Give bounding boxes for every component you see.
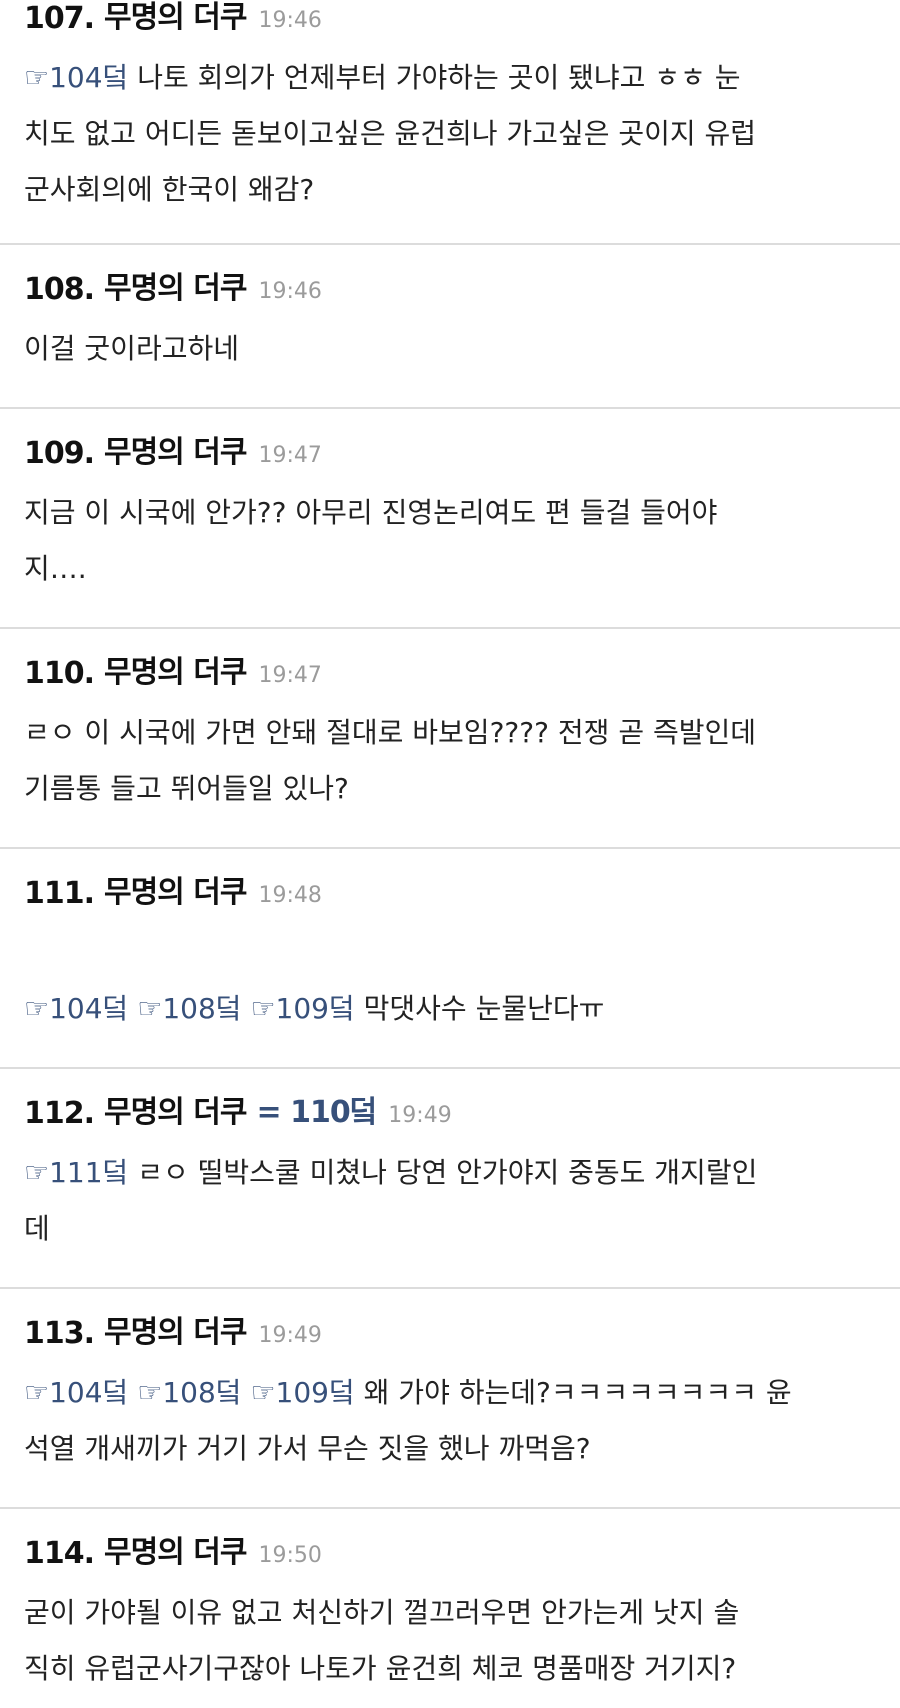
reply-anchor-link[interactable]: ☞109덬: [250, 1376, 354, 1409]
comment-header: 110. 무명의 더쿠 19:47: [24, 655, 876, 691]
reply-anchor-link[interactable]: ☞108덬: [137, 1376, 241, 1409]
comment-114: 114. 무명의 더쿠 19:50 굳이 가야될 이유 없고 처신하기 껄끄러우…: [0, 1509, 900, 1708]
reply-anchor-link[interactable]: ☞109덬: [250, 992, 354, 1025]
reply-anchor-link[interactable]: ☞104덬: [24, 61, 128, 94]
comment-text: ㄹㅇ 이 시국에 가면 안돼 절대로 바보임???? 전쟁 곧 즉발인데: [24, 716, 757, 749]
comment-author: 무명의 더쿠: [104, 1095, 247, 1130]
comment-109: 109. 무명의 더쿠 19:47 지금 이 시국에 안가?? 아무리 진영논리…: [0, 409, 900, 629]
comment-text: 나토 회의가 언제부터 가야하는 곳이 됐냐고 ㅎㅎ 눈: [128, 61, 741, 94]
comment-body: ㄹㅇ 이 시국에 가면 안돼 절대로 바보임???? 전쟁 곧 즉발인데 기름통…: [24, 705, 876, 817]
comment-body: ☞104덬 ☞108덬 ☞109덬 막댓사수 눈물난다ㅠ: [24, 925, 876, 1037]
comment-header: 108. 무명의 더쿠 19:46: [24, 271, 876, 307]
comment-text: 막댓사수 눈물난다ㅠ: [354, 992, 605, 1025]
comment-body: 지금 이 시국에 안가?? 아무리 진영논리여도 편 들걸 들어야 지….: [24, 485, 876, 597]
comment-112: 112. 무명의 더쿠 = 110덬 19:49 ☞111덬 ㄹㅇ 띨박스쿨 미…: [0, 1069, 900, 1289]
reply-anchor-link[interactable]: ☞111덬: [24, 1156, 128, 1189]
comment-text: 기름통 들고 뛰어들일 있나?: [24, 772, 349, 805]
comment-text: ㄹㅇ 띨박스쿨 미쳤나 당연 안가야지 중동도 개지랄인: [128, 1156, 758, 1189]
reply-anchor-link[interactable]: ☞108덬: [137, 992, 241, 1025]
comment-header: 111. 무명의 더쿠 19:48: [24, 875, 876, 911]
comment-text: 석열 개새끼가 거기 가서 무슨 짓을 했나 까먹음?: [24, 1432, 591, 1465]
comment-author: 무명의 더쿠: [104, 1315, 247, 1350]
comment-time: 19:49: [258, 1323, 322, 1348]
comment-number: 110.: [24, 656, 95, 691]
comment-thread: 107. 무명의 더쿠 19:46 ☞104덬 나토 회의가 언제부터 가야하는…: [0, 0, 900, 1708]
comment-number: 114.: [24, 1536, 95, 1571]
comment-number: 111.: [24, 876, 95, 911]
comment-author: 무명의 더쿠: [104, 271, 247, 306]
comment-header: 107. 무명의 더쿠 19:46: [24, 0, 876, 36]
comment-header: 113. 무명의 더쿠 19:49: [24, 1315, 876, 1351]
comment-author: 무명의 더쿠: [104, 0, 247, 35]
comment-110: 110. 무명의 더쿠 19:47 ㄹㅇ 이 시국에 가면 안돼 절대로 바보임…: [0, 629, 900, 849]
comment-text: 지….: [24, 552, 87, 585]
comment-text: 군사회의에 한국이 왜감?: [24, 173, 315, 206]
comment-header: 109. 무명의 더쿠 19:47: [24, 435, 876, 471]
comment-111: 111. 무명의 더쿠 19:48 ☞104덬 ☞108덬 ☞109덬 막댓사수…: [0, 849, 900, 1069]
comment-text: 굳이 가야될 이유 없고 처신하기 껄끄러우면 안가는게 낫지 솔: [24, 1596, 740, 1629]
comment-time: 19:46: [258, 8, 322, 33]
comment-number: 113.: [24, 1316, 95, 1351]
comment-time: 19:47: [258, 663, 322, 688]
comment-body: ☞104덬 ☞108덬 ☞109덬 왜 가야 하는데?ㅋㅋㅋㅋㅋㅋㅋㅋ 윤 석열…: [24, 1365, 876, 1477]
comment-108: 108. 무명의 더쿠 19:46 이걸 굿이라고하네: [0, 245, 900, 409]
comment-author: 무명의 더쿠: [104, 875, 247, 910]
comment-107: 107. 무명의 더쿠 19:46 ☞104덬 나토 회의가 언제부터 가야하는…: [0, 0, 900, 245]
same-author-ref-link[interactable]: = 110덬: [256, 1087, 377, 1131]
comment-body: 이걸 굿이라고하네: [24, 321, 876, 377]
reply-anchor-link[interactable]: ☞104덬: [24, 1376, 128, 1409]
comment-header: 112. 무명의 더쿠 = 110덬 19:49: [24, 1095, 876, 1131]
comment-body: 굳이 가야될 이유 없고 처신하기 껄끄러우면 안가는게 낫지 솔 직히 유럽군…: [24, 1585, 876, 1697]
comment-body: ☞104덬 나토 회의가 언제부터 가야하는 곳이 됐냐고 ㅎㅎ 눈 치도 없고…: [24, 50, 876, 218]
comment-time: 19:47: [258, 443, 322, 468]
comment-number: 109.: [24, 436, 95, 471]
comment-number: 112.: [24, 1096, 95, 1131]
comment-author: 무명의 더쿠: [104, 1535, 247, 1570]
comment-number: 108.: [24, 272, 95, 307]
comment-body: ☞111덬 ㄹㅇ 띨박스쿨 미쳤나 당연 안가야지 중동도 개지랄인 데: [24, 1145, 876, 1257]
reply-anchor-link[interactable]: ☞104덬: [24, 992, 128, 1025]
comment-author: 무명의 더쿠: [104, 655, 247, 690]
comment-time: 19:49: [388, 1103, 452, 1128]
comment-header: 114. 무명의 더쿠 19:50: [24, 1535, 876, 1571]
comment-time: 19:46: [258, 279, 322, 304]
comment-text: 이걸 굿이라고하네: [24, 332, 239, 365]
comment-text: 왜 가야 하는데?ㅋㅋㅋㅋㅋㅋㅋㅋ 윤: [354, 1376, 792, 1409]
comment-time: 19:50: [258, 1543, 322, 1568]
comment-time: 19:48: [258, 883, 322, 908]
comment-text: 지금 이 시국에 안가?? 아무리 진영논리여도 편 들걸 들어야: [24, 496, 718, 529]
comment-text: 데: [24, 1212, 50, 1245]
comment-113: 113. 무명의 더쿠 19:49 ☞104덬 ☞108덬 ☞109덬 왜 가야…: [0, 1289, 900, 1509]
comment-text: 직히 유럽군사기구잖아 나토가 윤건희 체코 명품매장 거기지?: [24, 1652, 737, 1685]
comment-text: 치도 없고 어디든 돋보이고싶은 윤건희나 가고싶은 곳이지 유럽: [24, 117, 757, 150]
comment-number: 107.: [24, 1, 95, 36]
comment-author: 무명의 더쿠: [104, 435, 247, 470]
